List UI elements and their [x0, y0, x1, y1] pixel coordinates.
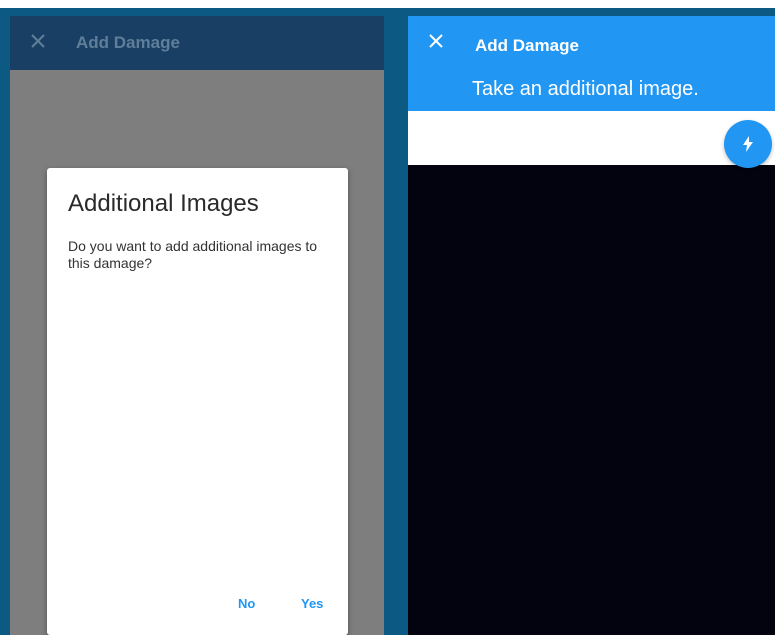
flash-icon: [743, 136, 753, 152]
additional-images-dialog: Additional Images Do you want to add add…: [47, 168, 348, 635]
app-bar-title: Add Damage: [76, 33, 180, 52]
close-icon[interactable]: [424, 29, 448, 53]
camera-toolbar: [408, 111, 775, 165]
right-screen: Add Damage Take an additional image.: [408, 16, 775, 635]
left-app-bar: Add Damage: [10, 16, 384, 70]
close-icon[interactable]: [26, 29, 50, 53]
flash-button[interactable]: [724, 120, 772, 168]
app-bar-title: Add Damage: [475, 36, 579, 55]
yes-button[interactable]: Yes: [301, 596, 323, 611]
right-app-bar: Add Damage Take an additional image.: [408, 16, 775, 111]
no-button[interactable]: No: [238, 596, 255, 611]
instruction-subtitle: Take an additional image.: [472, 78, 699, 100]
camera-viewfinder[interactable]: [408, 165, 775, 635]
dialog-title: Additional Images: [68, 190, 259, 217]
left-screen: Add Damage Additional Images Do you want…: [10, 16, 384, 635]
dialog-message: Do you want to add additional images to …: [68, 238, 318, 271]
